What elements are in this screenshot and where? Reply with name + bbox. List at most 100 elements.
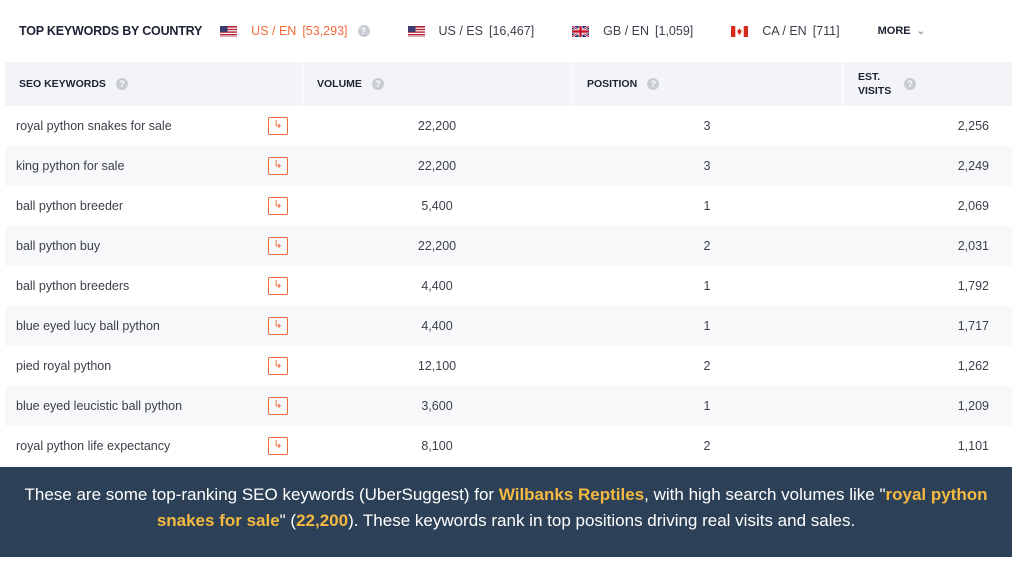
chevron-down-icon: ⌄ (916, 25, 925, 37)
keyword-text[interactable]: pied royal python (16, 359, 111, 373)
position-cell: 1 (703, 199, 711, 213)
tab-label: GB / EN (603, 24, 650, 38)
help-icon[interactable]: ? (357, 25, 370, 37)
external-link-icon[interactable]: ↳ (268, 277, 288, 295)
caption-volume: 22,200 (296, 511, 349, 530)
visits-cell: 2,031 (957, 239, 989, 253)
tab-gb-en[interactable]: GB / EN [1,059] (571, 24, 694, 38)
volume-cell: 8,100 (421, 439, 453, 453)
table-row: blue eyed lucy ball python ↳ 4,400 1 1,71… (5, 306, 1012, 346)
help-icon[interactable]: ? (115, 78, 128, 90)
external-link-icon[interactable]: ↳ (268, 117, 288, 135)
volume-cell: 22,200 (417, 239, 457, 253)
us-flag-icon (220, 25, 238, 37)
caption-banner: These are some top-ranking SEO keywords … (0, 467, 1012, 557)
section-title: TOP KEYWORDS BY COUNTRY (19, 24, 203, 38)
keyword-cell: royal python snakes for sale ↳ (5, 106, 302, 146)
caption-brand: Wilbanks Reptiles (498, 485, 645, 504)
position-cell: 1 (703, 399, 711, 413)
caption-text: ). These keywords rank in top positions … (348, 511, 856, 530)
keyword-cell: blue eyed leucistic ball python ↳ (5, 386, 302, 426)
keyword-cell: ball python breeders ↳ (5, 266, 302, 306)
table-row: ball python buy ↳ 22,200 2 2,031 (5, 226, 1012, 266)
keyword-cell: ball python breeder ↳ (5, 186, 302, 226)
table-row: pied royal python ↳ 12,100 2 1,262 (5, 346, 1012, 386)
keyword-text[interactable]: ball python buy (16, 239, 100, 253)
table-header: SEO KEYWORDS ? VOLUME ? POSITION ? EST. … (5, 62, 1012, 106)
visits-cell: 1,792 (957, 279, 989, 293)
column-label: VOLUME (317, 78, 362, 90)
gb-flag-icon (571, 24, 590, 38)
tab-label: CA / EN (762, 24, 807, 38)
help-icon[interactable]: ? (371, 78, 384, 90)
table-row: royal python snakes for sale ↳ 22,200 3 2… (5, 106, 1012, 146)
external-link-icon[interactable]: ↳ (268, 397, 288, 415)
keyword-cell: king python for sale ↳ (5, 146, 302, 186)
volume-cell: 4,400 (421, 279, 453, 293)
position-cell: 1 (703, 319, 711, 333)
caption-text: These are some top-ranking SEO keywords … (24, 485, 499, 504)
external-link-icon[interactable]: ↳ (268, 317, 288, 335)
table-row: ball python breeder ↳ 5,400 1 2,069 (5, 186, 1012, 226)
external-link-icon[interactable]: ↳ (268, 237, 288, 255)
column-label: EST. VISITS (858, 71, 892, 97)
more-dropdown[interactable]: MORE ⌄ (878, 25, 925, 37)
keyword-text[interactable]: king python for sale (16, 159, 124, 173)
keyword-text[interactable]: ball python breeder (16, 199, 123, 213)
visits-cell: 1,717 (957, 319, 989, 333)
volume-cell: 4,400 (421, 319, 453, 333)
position-cell: 2 (703, 439, 711, 453)
volume-cell: 22,200 (417, 119, 457, 133)
external-link-icon[interactable]: ↳ (268, 157, 288, 175)
keyword-text[interactable]: blue eyed lucy ball python (16, 319, 160, 333)
column-volume[interactable]: VOLUME ? (302, 62, 572, 106)
tab-label: US / EN (251, 24, 297, 38)
column-seo-keywords[interactable]: SEO KEYWORDS ? (5, 62, 302, 106)
table-body: royal python snakes for sale ↳ 22,200 3 2… (5, 106, 1012, 466)
volume-cell: 3,600 (421, 399, 453, 413)
position-cell: 3 (703, 119, 711, 133)
volume-cell: 5,400 (421, 199, 453, 213)
keyword-cell: blue eyed lucy ball python ↳ (5, 306, 302, 346)
visits-cell: 2,069 (957, 199, 989, 213)
keyword-text[interactable]: ball python breeders (16, 279, 129, 293)
external-link-icon[interactable]: ↳ (268, 197, 288, 215)
help-icon[interactable]: ? (647, 78, 660, 90)
column-position[interactable]: POSITION ? (572, 62, 842, 106)
more-label: MORE (877, 25, 911, 37)
column-est-visits[interactable]: EST. VISITS ? (842, 62, 1012, 106)
keyword-cell: pied royal python ↳ (5, 346, 302, 386)
top-keywords-bar: TOP KEYWORDS BY COUNTRY US / EN [53,293]… (0, 0, 1012, 62)
volume-cell: 12,100 (417, 359, 457, 373)
keyword-cell: royal python life expectancy ↳ (5, 426, 302, 466)
visits-cell: 1,101 (957, 439, 989, 453)
external-link-icon[interactable]: ↳ (268, 437, 288, 455)
keyword-text[interactable]: blue eyed leucistic ball python (16, 399, 182, 413)
table-row: king python for sale ↳ 22,200 3 2,249 (5, 146, 1012, 186)
tab-label: US / ES (438, 24, 483, 38)
external-link-icon[interactable]: ↳ (268, 357, 288, 375)
tab-ca-en[interactable]: CA / EN [711] (731, 24, 840, 38)
position-cell: 2 (703, 359, 711, 373)
table-row: blue eyed leucistic ball python ↳ 3,600 1… (5, 386, 1012, 426)
volume-cell: 22,200 (417, 159, 457, 173)
caption-text: , with high search volumes like " (644, 485, 886, 504)
position-cell: 2 (703, 239, 711, 253)
column-label: POSITION (587, 78, 638, 90)
help-icon[interactable]: ? (904, 78, 916, 90)
keyword-text[interactable]: royal python snakes for sale (16, 119, 172, 133)
caption-text: " ( (279, 511, 297, 530)
tab-count: [53,293] (302, 24, 348, 38)
column-label: SEO KEYWORDS (19, 78, 106, 90)
tab-count: [1,059] (655, 24, 694, 38)
tab-us-es[interactable]: US / ES [16,467] (407, 24, 534, 38)
ca-flag-icon (731, 25, 749, 37)
table-row: ball python breeders ↳ 4,400 1 1,792 (5, 266, 1012, 306)
position-cell: 1 (703, 279, 711, 293)
keyword-cell: ball python buy ↳ (5, 226, 302, 266)
tab-count: [711] (812, 24, 840, 38)
us-flag-icon (407, 25, 425, 37)
visits-cell: 2,256 (957, 119, 989, 133)
tab-us-en[interactable]: US / EN [53,293] ? (220, 24, 370, 38)
keyword-text[interactable]: royal python life expectancy (16, 439, 170, 453)
